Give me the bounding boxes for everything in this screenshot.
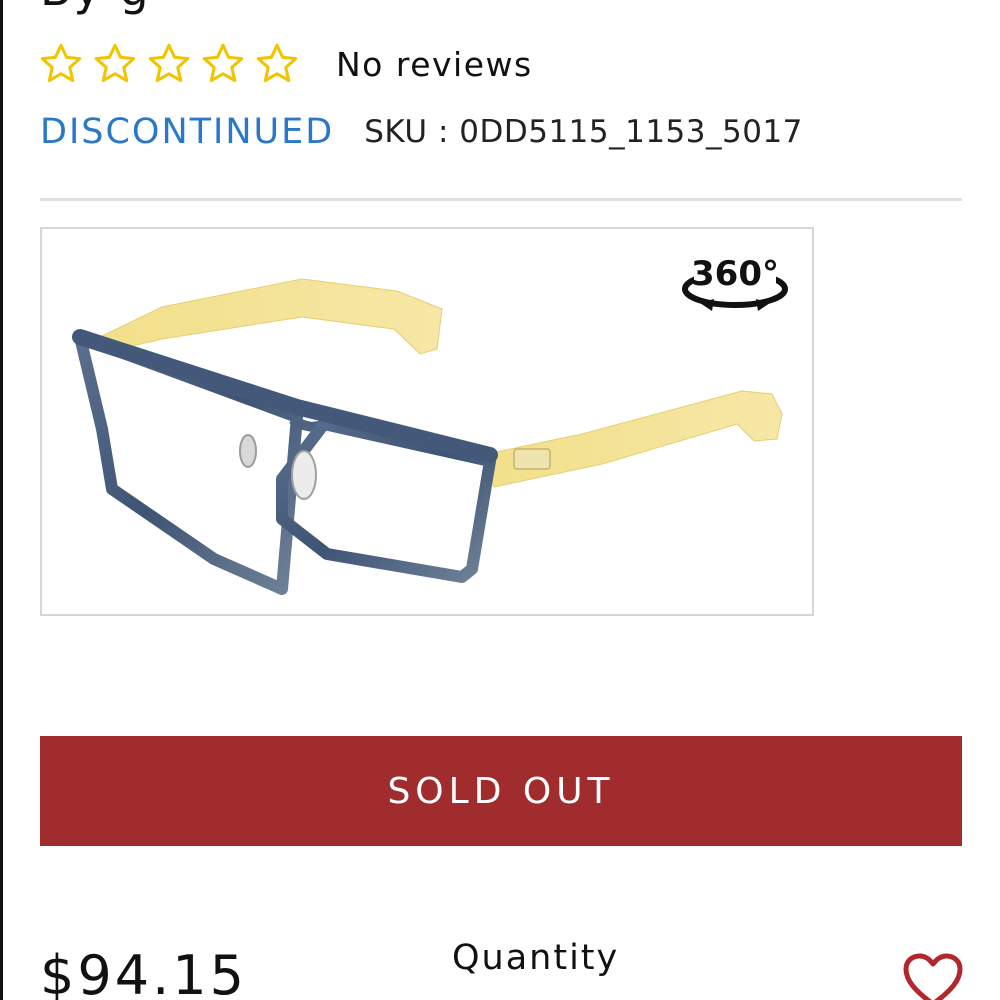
- reviews-count-link[interactable]: No reviews: [336, 45, 533, 84]
- star-rating[interactable]: [38, 41, 300, 87]
- product-page: By g No reviews DISCONTINUED SKU : 0DD51…: [0, 0, 1000, 1000]
- quantity-label: Quantity: [452, 938, 620, 978]
- sold-out-button[interactable]: SOLD OUT: [40, 736, 962, 846]
- rating-row: No reviews: [38, 38, 533, 90]
- star-icon: [202, 43, 244, 83]
- product-title: By g: [40, 0, 151, 16]
- status-row: DISCONTINUED SKU : 0DD5115_1153_5017: [40, 108, 803, 156]
- divider: [40, 198, 962, 201]
- star-icon: [40, 43, 82, 83]
- rotate-360-label: 360°: [691, 254, 779, 294]
- left-edge-line: [0, 0, 3, 1000]
- star-icon: [94, 43, 136, 83]
- status-badge: DISCONTINUED: [40, 112, 335, 152]
- sku-text: SKU : 0DD5115_1153_5017: [364, 114, 803, 150]
- rotate-360-icon[interactable]: 360°: [680, 247, 790, 319]
- star-icon: [256, 43, 298, 83]
- product-image[interactable]: 360°: [40, 227, 814, 616]
- heart-icon[interactable]: [902, 952, 964, 1000]
- star-icon: [148, 43, 190, 83]
- price: $94.15: [40, 944, 247, 1000]
